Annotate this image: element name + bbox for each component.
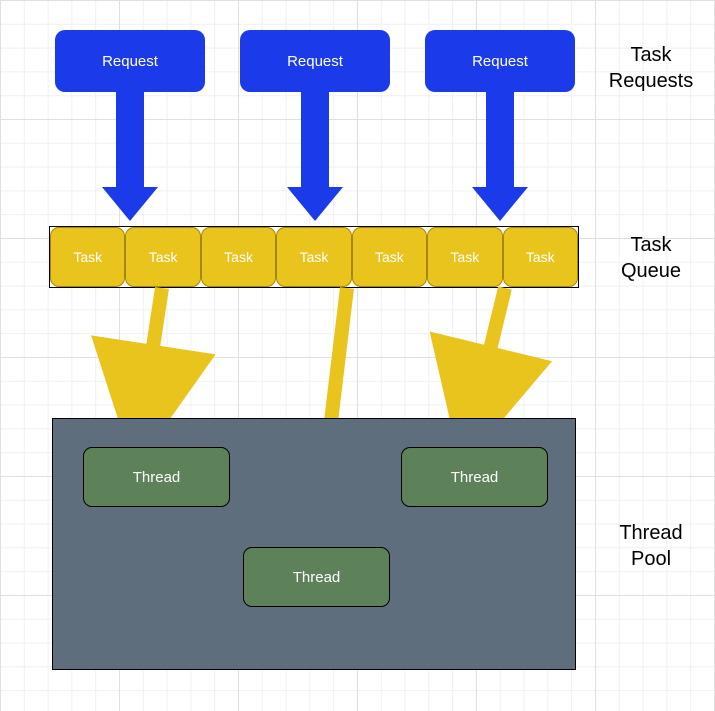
diagram-canvas: Request Request Request Task Task Task T…	[0, 0, 715, 711]
thread-pool-box: Thread Thread Thread	[52, 418, 576, 670]
thread-label: Thread	[133, 469, 181, 486]
section-label-requests: Task Requests	[596, 42, 706, 94]
thread-box: Thread	[83, 447, 230, 507]
thread-box: Thread	[401, 447, 548, 507]
section-label-queue: Task Queue	[596, 232, 706, 284]
section-label-pool: Thread Pool	[596, 520, 706, 572]
thread-box: Thread	[243, 547, 390, 607]
thread-label: Thread	[451, 469, 499, 486]
thread-label: Thread	[293, 569, 341, 586]
